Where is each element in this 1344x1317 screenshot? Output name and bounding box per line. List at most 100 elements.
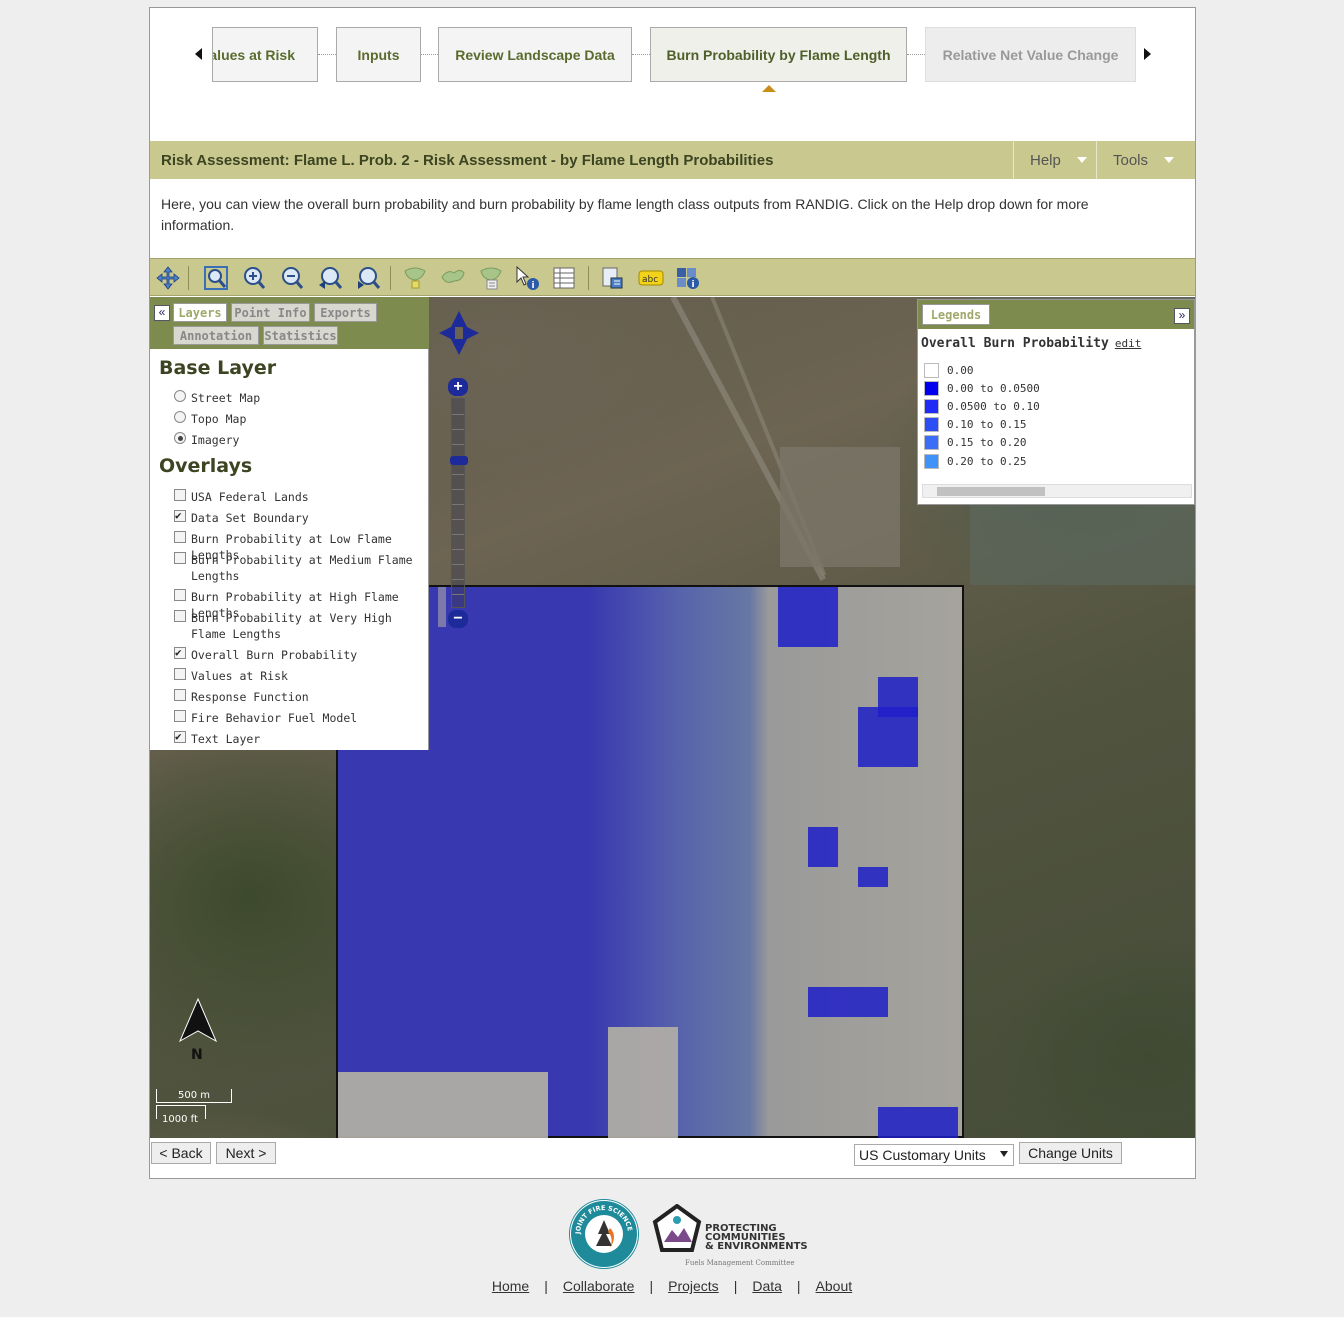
pce-logo <box>652 1203 702 1259</box>
checkbox[interactable] <box>174 489 186 501</box>
expand-panel-icon[interactable]: » <box>1174 308 1190 324</box>
footer-link-data[interactable]: Data <box>752 1278 782 1294</box>
overlay-text-layer[interactable]: Text Layer <box>174 729 424 747</box>
legend-edit-link[interactable]: edit <box>1115 337 1142 350</box>
raster-urban-area <box>608 1027 678 1138</box>
step-connector <box>632 54 650 55</box>
tab-statistics[interactable]: Statistics <box>263 326 338 345</box>
step-review-landscape-data[interactable]: Review Landscape Data <box>438 27 632 82</box>
footer-link-collaborate[interactable]: Collaborate <box>563 1278 635 1294</box>
overlay-bp-medium[interactable]: Burn Probability at Medium Flame Lengths <box>170 552 420 584</box>
burn-probability-raster <box>336 585 964 1138</box>
overlays-heading: Overlays <box>159 455 253 477</box>
pan-down-icon[interactable] <box>451 339 467 355</box>
checkbox[interactable] <box>174 689 186 701</box>
tab-legends[interactable]: Legends <box>922 304 990 325</box>
checkbox[interactable] <box>174 508 186 524</box>
checkbox[interactable] <box>174 645 186 661</box>
checkbox[interactable] <box>174 589 186 601</box>
step-burn-probability[interactable]: Burn Probability by Flame Length <box>650 27 907 82</box>
raster-urban-area <box>438 587 446 627</box>
identify-icon[interactable]: i <box>514 265 540 291</box>
tab-layers[interactable]: Layers <box>173 303 227 322</box>
overlay-usa-federal-lands[interactable]: USA Federal Lands <box>174 489 424 505</box>
checkbox[interactable] <box>174 610 186 622</box>
jfsp-logo: JOINT FIRE SCIENCE PROGRAM <box>570 1200 638 1268</box>
svg-text:N: N <box>191 1047 203 1061</box>
base-layer-topo-map[interactable]: Topo Map <box>174 411 424 427</box>
label-icon[interactable]: abc <box>637 265 665 291</box>
panel-tabs: « Layers Point Info Exports Annotation S… <box>150 297 429 349</box>
print-icon[interactable] <box>599 265 625 291</box>
legend-scrollbar[interactable] <box>922 484 1192 498</box>
tab-exports[interactable]: Exports <box>314 303 377 322</box>
radio-street-map[interactable] <box>174 390 186 402</box>
scrollbar-thumb[interactable] <box>937 487 1045 496</box>
footer-link-projects[interactable]: Projects <box>668 1278 719 1294</box>
overlay-fire-behavior-fuel-model[interactable]: Fire Behavior Fuel Model <box>174 710 424 726</box>
back-button[interactable]: < Back <box>151 1142 211 1164</box>
base-layer-imagery[interactable]: Imagery <box>174 432 424 448</box>
zoom-in-button[interactable]: + <box>448 378 468 396</box>
checkbox[interactable] <box>174 668 186 680</box>
raster-patch <box>778 587 838 647</box>
legend-entry: 0.15 to 0.20 <box>924 434 1026 450</box>
step-connector <box>318 54 336 55</box>
tab-point-info[interactable]: Point Info <box>231 303 310 322</box>
zoom-in-icon[interactable] <box>241 265 267 291</box>
table-icon[interactable] <box>551 265 577 291</box>
pan-icon[interactable] <box>155 265 181 291</box>
pan-right-icon[interactable] <box>463 325 479 341</box>
steps-left-arrow-icon[interactable] <box>195 48 202 60</box>
overlay-values-at-risk[interactable]: Values at Risk <box>174 668 424 684</box>
next-button[interactable]: Next > <box>216 1142 276 1164</box>
checkbox[interactable] <box>174 710 186 722</box>
steps-right-arrow-icon[interactable] <box>1144 48 1151 60</box>
footer-link-about[interactable]: About <box>816 1278 853 1294</box>
scale-imperial-label: 1000 ft <box>162 1114 198 1125</box>
pan-left-icon[interactable] <box>439 325 455 341</box>
checkbox[interactable] <box>174 531 186 543</box>
zoom-previous-icon[interactable] <box>317 265 343 291</box>
zoom-out-button[interactable]: − <box>448 610 468 628</box>
zoom-slider-handle[interactable] <box>450 456 468 465</box>
step-connector <box>421 54 438 55</box>
query-icon[interactable]: i <box>675 265 701 291</box>
help-menu-button[interactable]: Help <box>1013 141 1096 179</box>
zoom-slider-track[interactable] <box>450 398 468 608</box>
overlay-bp-very-high[interactable]: Burn Probability at Very High Flame Leng… <box>170 610 420 642</box>
clear-selection-icon[interactable] <box>478 265 504 291</box>
step-values-at-risk[interactable]: Values at Risk <box>212 27 318 82</box>
units-select[interactable]: US Customary Units <box>854 1144 1014 1166</box>
select-polygon-icon[interactable] <box>402 265 428 291</box>
raster-urban-area <box>338 1072 548 1138</box>
tools-menu-button[interactable]: Tools <box>1096 141 1195 179</box>
step-inputs[interactable]: Inputs <box>336 27 421 82</box>
overlay-data-set-boundary[interactable]: Data Set Boundary <box>174 508 424 526</box>
change-units-button[interactable]: Change Units <box>1019 1142 1122 1164</box>
legend-swatch <box>924 434 939 450</box>
step-relative-net-value-change[interactable]: Relative Net Value Change <box>925 27 1136 82</box>
zoom-next-icon[interactable] <box>355 265 381 291</box>
checkbox[interactable] <box>174 552 186 564</box>
zoom-extent-icon[interactable] <box>203 265 229 291</box>
svg-text:i: i <box>532 281 535 291</box>
radio-topo-map[interactable] <box>174 411 186 423</box>
step-connector <box>907 54 925 55</box>
base-layer-street-map[interactable]: Street Map <box>174 390 424 406</box>
radio-imagery[interactable] <box>174 432 186 444</box>
collapse-panel-icon[interactable]: « <box>154 305 170 321</box>
raster-patch <box>808 987 888 1017</box>
chevron-down-icon <box>1164 157 1175 163</box>
overlay-overall-burn-probability[interactable]: Overall Burn Probability <box>174 645 424 663</box>
checkbox[interactable] <box>174 729 186 745</box>
overlay-response-function[interactable]: Response Function <box>174 689 424 705</box>
tab-annotation[interactable]: Annotation <box>173 326 259 345</box>
pan-up-icon[interactable] <box>451 311 467 327</box>
select-area-icon[interactable] <box>440 265 466 291</box>
map-zoom-control: + − <box>448 378 470 633</box>
footer-link-home[interactable]: Home <box>492 1278 529 1294</box>
active-step-caret-icon <box>762 85 776 92</box>
zoom-out-icon[interactable] <box>279 265 305 291</box>
legend-entry: 0.00 to 0.0500 <box>924 380 1040 396</box>
